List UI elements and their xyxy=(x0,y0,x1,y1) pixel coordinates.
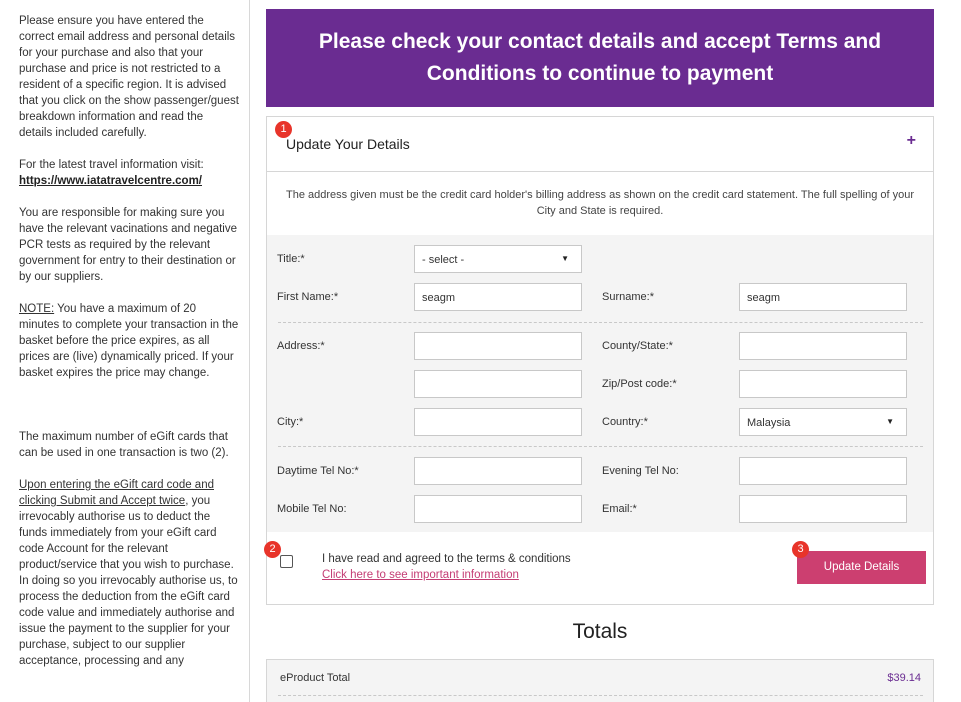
info-sidebar: Please ensure you have entered the corre… xyxy=(0,0,250,702)
address-line-1-field[interactable] xyxy=(414,332,582,360)
email-label: Email:* xyxy=(602,503,637,515)
egift-authorisation-notice: Upon entering the eGift card code and cl… xyxy=(19,479,238,667)
details-form: Title:* - select - ▼ First Name:* seagm … xyxy=(267,235,933,532)
eproduct-total-label: eProduct Total xyxy=(280,672,351,684)
country-select[interactable]: Malaysia ▼ xyxy=(739,408,907,436)
surname-field[interactable]: seagm xyxy=(739,283,907,311)
egift-limit-notice: The maximum number of eGift cards that c… xyxy=(19,431,229,459)
update-details-panel: Update Your Details + The address given … xyxy=(266,116,934,605)
banner-line-1: Please check your contact details and ac… xyxy=(318,30,882,53)
mobile-tel-field[interactable] xyxy=(414,495,582,523)
region-notice: Please ensure you have entered the corre… xyxy=(19,15,239,139)
step-badge-2: 2 xyxy=(264,541,281,558)
terms-agree-label: I have read and agreed to the terms & co… xyxy=(322,553,571,565)
totals-heading: Totals xyxy=(572,620,628,643)
panel-title: Update Your Details xyxy=(286,136,410,152)
evening-tel-label: Evening Tel No: xyxy=(602,465,679,477)
county-state-label: County/State:* xyxy=(602,340,673,352)
instruction-banner: Please check your contact details and ac… xyxy=(266,9,934,107)
eproduct-total-value: $39.14 xyxy=(887,672,921,684)
address-label: Address:* xyxy=(277,340,325,352)
panel-header[interactable]: Update Your Details + xyxy=(267,117,933,172)
mobile-tel-label: Mobile Tel No: xyxy=(277,503,347,515)
zip-post-code-field[interactable] xyxy=(739,370,907,398)
dropdown-caret-icon: ▼ xyxy=(886,417,894,426)
iata-link[interactable]: https://www.iatatravelcentre.com/ xyxy=(19,175,202,187)
dropdown-caret-icon: ▼ xyxy=(561,254,569,263)
banner-line-2: Conditions to continue to payment xyxy=(426,62,774,85)
title-label: Title:* xyxy=(277,253,305,265)
expand-plus-icon[interactable]: + xyxy=(907,132,916,150)
city-field[interactable] xyxy=(414,408,582,436)
first-name-field[interactable]: seagm xyxy=(414,283,582,311)
evening-tel-field[interactable] xyxy=(739,457,907,485)
address-line-2-field[interactable] xyxy=(414,370,582,398)
travel-info: For the latest travel information visit:… xyxy=(19,159,204,187)
step-badge-3: 3 xyxy=(792,541,809,558)
terms-text-block: I have read and agreed to the terms & co… xyxy=(322,551,571,583)
country-label: Country:* xyxy=(602,416,648,428)
city-label: City:* xyxy=(277,416,304,428)
time-limit-notice: NOTE: You have a maximum of 20 minutes t… xyxy=(19,303,239,379)
first-name-label: First Name:* xyxy=(277,291,339,303)
billing-address-notice: The address given must be the credit car… xyxy=(285,189,914,217)
daytime-tel-field[interactable] xyxy=(414,457,582,485)
title-select[interactable]: - select - ▼ xyxy=(414,245,582,273)
email-field[interactable] xyxy=(739,495,907,523)
note-label: NOTE: xyxy=(19,303,55,315)
totals-table: eProduct Total $39.14 xyxy=(266,659,934,702)
form-divider xyxy=(278,322,923,323)
terms-row: I have read and agreed to the terms & co… xyxy=(267,532,933,604)
step-badge-1: 1 xyxy=(275,121,292,138)
terms-checkbox[interactable] xyxy=(280,555,293,568)
vaccination-notice: You are responsible for making sure you … xyxy=(19,207,238,283)
surname-label: Surname:* xyxy=(602,291,654,303)
county-state-field[interactable] xyxy=(739,332,907,360)
form-divider xyxy=(278,446,923,447)
zip-post-code-label: Zip/Post code:* xyxy=(602,378,677,390)
important-info-link[interactable]: Click here to see important information xyxy=(322,567,571,583)
update-details-button[interactable]: Update Details xyxy=(797,551,926,584)
totals-divider xyxy=(278,695,923,696)
daytime-tel-label: Daytime Tel No:* xyxy=(277,465,359,477)
